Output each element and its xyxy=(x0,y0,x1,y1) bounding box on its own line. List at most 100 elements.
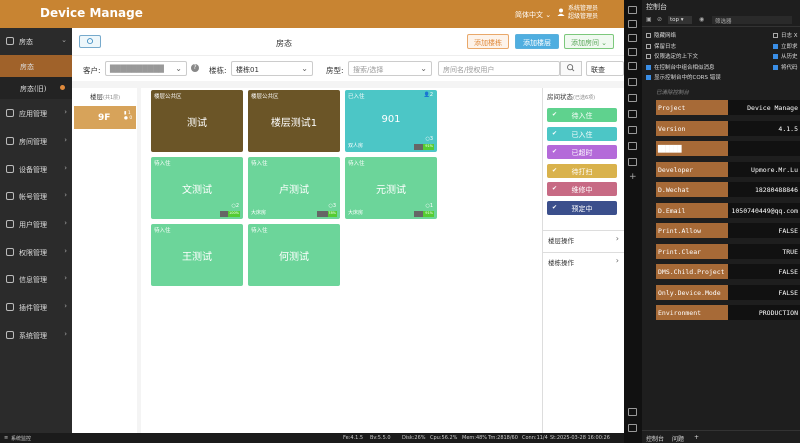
console-option-checkbox[interactable]: 保留日志 xyxy=(646,42,676,50)
customer-value: ██████████ xyxy=(110,65,164,73)
help-icon[interactable]: ? xyxy=(191,64,199,72)
help-icon[interactable] xyxy=(628,408,637,416)
floor-item[interactable]: 9F ▮ 1 ● 0 xyxy=(74,106,136,129)
context-select[interactable]: top ▾ xyxy=(668,16,692,24)
add-floor-button[interactable]: 添加楼层 xyxy=(515,34,559,49)
room-search-input[interactable]: 房间名/授权用户 xyxy=(438,61,560,76)
device-icon[interactable] xyxy=(628,20,637,28)
room-status-panel: 房间状态(已选6项) ✔ 待入住 ✔ 已入住 ✔ 已超时 ✔ 待打扫 ✔ 维修中 ✔ 预定中 楼层操作 ›… xyxy=(542,88,625,433)
panel-section[interactable]: 楼栋操作 › xyxy=(543,252,625,269)
checkbox-icon xyxy=(773,33,778,38)
console-option-checkbox[interactable]: 立即求 xyxy=(773,42,798,50)
console-option-checkbox[interactable]: 从历史 xyxy=(773,52,798,60)
home-icon[interactable] xyxy=(628,48,637,56)
console-option-checkbox[interactable]: 将代码 xyxy=(773,63,798,71)
sidebar-item-1[interactable]: 应用管理 › xyxy=(0,100,72,127)
status-filter-button[interactable]: ✔ 待打扫 xyxy=(547,163,617,178)
sidebar-item-8[interactable]: 插件管理 › xyxy=(0,294,72,321)
room-card[interactable]: 已入住 901 👤2 双人房 ○3 91% xyxy=(345,90,437,152)
room-card[interactable]: 待入住 何测试 xyxy=(248,224,340,286)
clear-icon[interactable]: ⊘ xyxy=(657,16,662,23)
room-status: 待入住 xyxy=(251,161,268,167)
network-icon[interactable] xyxy=(628,110,637,118)
sidebar-item-9[interactable]: 系统管理 › xyxy=(0,322,72,349)
sidebar-item-4[interactable]: 帐号管理 › xyxy=(0,183,72,210)
user-icon[interactable] xyxy=(557,8,565,16)
inspect-icon[interactable] xyxy=(628,6,637,14)
sidebar-item-3[interactable]: 设备管理 › xyxy=(0,156,72,183)
add-building-button[interactable]: 添加楼栋 xyxy=(467,34,509,49)
customer-select[interactable]: ██████████ ⌄ xyxy=(105,61,187,76)
console-option-checkbox[interactable]: 日志 X xyxy=(773,31,798,39)
room-card[interactable]: 楼层公共区 测试 xyxy=(151,90,243,152)
console-icon[interactable] xyxy=(628,78,637,86)
memory-icon[interactable] xyxy=(628,142,637,150)
room-type-select[interactable]: 搜索/选择 ⌄ xyxy=(348,61,432,76)
info-key: ██████ xyxy=(656,141,728,156)
link-query-select[interactable]: 联查 xyxy=(586,61,624,76)
checkbox-icon xyxy=(646,75,651,80)
room-card[interactable]: 待入住 元测试 大床房 ○1 91% xyxy=(345,157,437,219)
filter-input[interactable]: 筛选器 xyxy=(712,16,792,25)
user-menu[interactable]: 系统管理员 超级管理员 xyxy=(568,5,598,21)
sidebar-item-6[interactable]: 权限管理 › xyxy=(0,239,72,266)
building-select[interactable]: 楼栋01 ⌄ xyxy=(231,61,313,76)
drawer-tab-issues[interactable]: 问题 xyxy=(672,434,684,443)
console-option-checkbox[interactable]: 仅限选定的上下文 xyxy=(646,52,698,60)
panel-section[interactable]: 楼层操作 › xyxy=(543,230,625,247)
chevron-icon: › xyxy=(64,330,67,338)
console-option-checkbox[interactable]: 显示控制台中的CORS 错误 xyxy=(646,73,721,81)
settings-icon[interactable] xyxy=(628,424,637,432)
sidebar-item-label: 帐号管理 xyxy=(19,193,47,201)
device-count: ○1 xyxy=(425,203,433,209)
chevron-right-icon: › xyxy=(615,256,619,265)
console-option-label: 显示控制台中的CORS 错误 xyxy=(654,75,721,81)
room-name: 楼层测试1 xyxy=(270,118,318,129)
status-filter-button[interactable]: ✔ 已入住 xyxy=(547,126,617,141)
room-card[interactable]: 待入住 卢测试 大床房 ○3 78% xyxy=(248,157,340,219)
bug-icon[interactable] xyxy=(628,94,637,102)
drawer-tab-console[interactable]: 控制台 xyxy=(646,434,664,443)
room-status: 待入住 xyxy=(154,228,171,234)
add-room-button[interactable]: 添加房间 ⌄ xyxy=(564,34,614,49)
sidebar-item-label: 设备管理 xyxy=(19,166,47,174)
status-filter-label: 已超时 xyxy=(571,149,593,157)
menu-item-icon xyxy=(6,275,14,283)
sidebar-item-0[interactable]: 房态 ⌄ xyxy=(0,28,72,55)
room-card[interactable]: 待入住 王测试 xyxy=(151,224,243,286)
status-filter-button[interactable]: ✔ 维修中 xyxy=(547,182,617,196)
info-value: 1050740449@qq.com xyxy=(728,202,800,218)
sidebar-item-5[interactable]: 用户管理 › xyxy=(0,211,72,238)
sidebar-item-label: 应用管理 xyxy=(19,110,47,118)
info-value: FALSE xyxy=(728,284,800,300)
floor-name: 9F xyxy=(98,113,111,123)
room-card[interactable]: 待入住 文测试 ○2 100% xyxy=(151,157,243,219)
sources-icon[interactable] xyxy=(628,62,637,70)
eye-icon[interactable]: ◉ xyxy=(699,16,704,23)
info-key: Print.Allow xyxy=(656,223,728,238)
checkbox-icon xyxy=(646,64,651,70)
plus-icon[interactable]: + xyxy=(629,172,637,182)
console-option-checkbox[interactable]: 隐藏网络 xyxy=(646,31,676,39)
menu-icon[interactable]: ≡ xyxy=(4,435,8,441)
sidebar-subitem-1[interactable]: 房态(旧) xyxy=(0,77,72,99)
refresh-button[interactable] xyxy=(79,35,101,48)
application-icon[interactable] xyxy=(628,158,637,166)
sidebar-subitem-0[interactable]: 房态 xyxy=(0,55,72,77)
performance-icon[interactable] xyxy=(628,126,637,134)
status-filter-button[interactable]: ✔ 预定中 xyxy=(547,200,617,215)
room-status: 楼层公共区 xyxy=(154,94,182,100)
search-button[interactable] xyxy=(560,61,582,76)
plus-icon[interactable]: + xyxy=(694,434,699,441)
sidebar-item-2[interactable]: 房间管理 › xyxy=(0,128,72,155)
room-card[interactable]: 楼层公共区 楼层测试1 xyxy=(248,90,340,152)
sidebar-item-7[interactable]: 信息管理 › xyxy=(0,266,72,293)
console-option-checkbox[interactable]: 在控制台中组合相似消息 xyxy=(646,63,715,71)
console-option-label: 隐藏网络 xyxy=(654,33,677,39)
status-filter-button[interactable]: ✔ 已超时 xyxy=(547,145,617,159)
status-filter-button[interactable]: ✔ 待入住 xyxy=(547,108,617,122)
sidebar-item-label: 用户管理 xyxy=(19,221,47,229)
language-select[interactable]: 简体中文 ⌄ xyxy=(515,10,551,20)
sidebar-toggle-icon[interactable]: ▣ xyxy=(646,16,652,23)
elements-icon[interactable] xyxy=(628,34,637,42)
